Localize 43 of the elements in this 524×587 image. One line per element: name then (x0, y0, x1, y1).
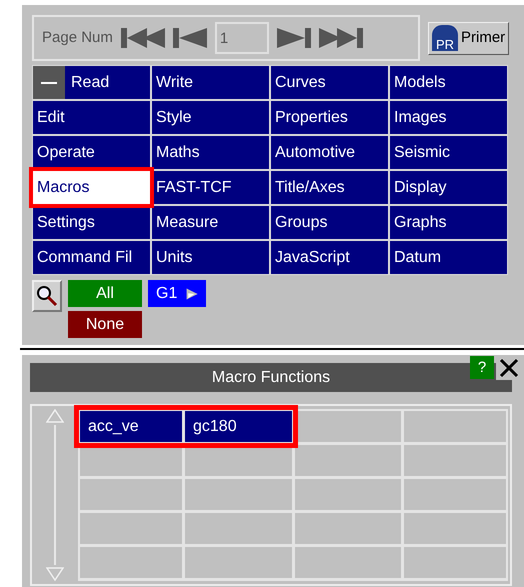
menu-button[interactable]: Edit (33, 101, 150, 134)
first-page-icon[interactable] (120, 26, 165, 50)
previous-page-icon[interactable] (172, 26, 207, 50)
menu-button[interactable]: Title/Axes (271, 171, 388, 204)
menu-button[interactable]: FAST-TCF (152, 171, 269, 204)
search-button[interactable] (32, 280, 62, 312)
table-cell[interactable]: gc180 (185, 411, 292, 442)
none-button[interactable]: None (68, 311, 142, 338)
page-num-label: Page Num (42, 28, 113, 48)
last-page-icon[interactable] (318, 26, 363, 50)
menu-button[interactable]: Write (152, 66, 269, 99)
help-button[interactable]: ? (470, 356, 494, 379)
menu-button[interactable]: JavaScript (271, 241, 388, 274)
menu-button[interactable]: Images (390, 101, 507, 134)
menu-button[interactable]: Units (152, 241, 269, 274)
table-cell[interactable]: acc_ve (80, 411, 182, 442)
menu-button[interactable]: Command Fil (33, 241, 150, 274)
search-icon (36, 285, 58, 307)
group-button[interactable]: G1 (148, 280, 206, 307)
primer-logo: PR (432, 25, 458, 51)
menu-button[interactable]: Seismic (390, 136, 507, 169)
menu-button[interactable]: Measure (152, 206, 269, 239)
menu-button[interactable]: Maths (152, 136, 269, 169)
menu-button[interactable]: Models (390, 66, 507, 99)
next-page-icon[interactable] (276, 26, 311, 50)
menu-button[interactable]: Curves (271, 66, 388, 99)
menu-button[interactable]: Display (390, 171, 507, 204)
close-icon (499, 358, 519, 378)
scroll-track[interactable] (54, 425, 56, 565)
page-number-field[interactable]: 1 (214, 22, 269, 54)
all-button[interactable]: All (68, 280, 142, 307)
menu-button[interactable]: Graphs (390, 206, 507, 239)
menu-button[interactable]: Datum (390, 241, 507, 274)
flag-icon (185, 286, 198, 302)
menu-button[interactable]: Groups (271, 206, 388, 239)
menu-button[interactable]: Properties (271, 101, 388, 134)
menu-button[interactable]: Settings (33, 206, 150, 239)
primer-button[interactable]: PR Primer (428, 22, 510, 54)
menu-button[interactable]: Style (152, 101, 269, 134)
menu-button[interactable]: Operate (33, 136, 150, 169)
menu-button[interactable]: Macros (33, 171, 150, 204)
collapse-button[interactable] (33, 66, 65, 99)
menu-button[interactable]: Automotive (271, 136, 388, 169)
